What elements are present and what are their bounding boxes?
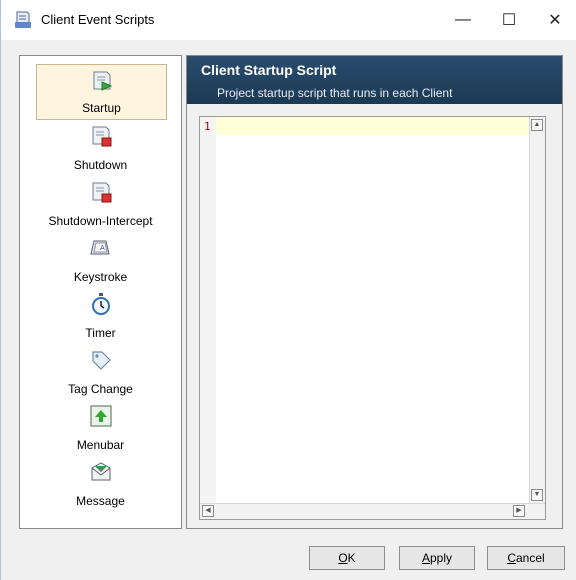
sidebar-item-label: Shutdown-Intercept [48,214,153,228]
message-icon [91,462,110,481]
scroll-down-arrow-icon[interactable]: ▼ [531,489,543,501]
apply-button[interactable]: Apply [399,546,475,570]
sidebar-item-startup[interactable]: Startup [36,64,167,120]
scroll-right-arrow-icon[interactable]: ▶ [513,505,525,517]
keystroke-icon: A [89,240,110,255]
current-line-highlight[interactable] [216,117,529,135]
sidebar-item-label: Message [76,494,125,508]
panel-title: Client Startup Script [201,62,337,78]
event-type-list: Startup Shutdown Shutdown-Intercept A Ke… [19,55,182,529]
horizontal-scrollbar[interactable]: ◀ ▶ [200,503,545,519]
panel-header: Client Startup Script Project startup sc… [187,56,562,104]
sidebar-item-label: Keystroke [73,270,128,284]
menubar-icon [90,405,111,427]
script-shutdown-intercept-icon [92,182,111,203]
panel-description: Project startup script that runs in each… [217,86,453,100]
window-title: Client Event Scripts [41,12,155,27]
client-event-scripts-window: Client Event Scripts — ☐ ✕ Startup Shutd… [0,0,576,580]
apply-label: pply [430,551,453,565]
sidebar-item-label: Menubar [76,438,125,452]
close-button[interactable]: ✕ [532,0,576,40]
title-bar: Client Event Scripts — ☐ ✕ [1,0,576,40]
script-shutdown-icon [92,126,111,147]
scroll-up-arrow-icon[interactable]: ▲ [531,119,543,131]
cancel-accel: C [507,551,516,565]
ok-label: K [347,551,356,565]
sidebar-item-menubar[interactable]: Menubar [20,400,181,456]
cancel-button[interactable]: Cancel [487,546,565,570]
svg-text:A: A [100,244,105,252]
sidebar-item-shutdown-intercept[interactable]: Shutdown-Intercept [20,176,181,232]
sidebar-item-timer[interactable]: Timer [20,288,181,344]
script-panel: Client Startup Script Project startup sc… [186,55,563,529]
script-editor[interactable]: 1 ▲ ▼ ◀ ▶ [199,116,546,520]
sidebar-item-label: Tag Change [68,382,133,396]
timer-icon [91,293,110,315]
sidebar-item-label: Shutdown [73,158,128,172]
ok-button[interactable]: OK [309,546,385,570]
script-startup-icon [93,71,112,91]
sidebar-item-message[interactable]: Message [20,456,181,512]
minimize-button[interactable]: — [440,0,486,40]
ok-accel: O [338,551,348,565]
sidebar-item-label: Timer [85,326,116,340]
vertical-scrollbar[interactable]: ▲ ▼ [529,117,545,503]
sidebar-item-tag-change[interactable]: Tag Change [20,344,181,400]
cancel-label: ancel [515,551,545,565]
sidebar-item-shutdown[interactable]: Shutdown [20,120,181,176]
sidebar-item-keystroke[interactable]: A Keystroke [20,232,181,288]
maximize-button[interactable]: ☐ [486,0,532,40]
tag-icon [91,351,111,370]
script-window-icon [15,11,31,28]
apply-accel: A [421,551,430,565]
scroll-left-arrow-icon[interactable]: ◀ [202,505,214,517]
dialog-content: Startup Shutdown Shutdown-Intercept A Ke… [19,55,563,529]
sidebar-item-label: Startup [82,101,121,115]
line-number-gutter: 1 [200,117,216,503]
line-number: 1 [204,120,211,133]
